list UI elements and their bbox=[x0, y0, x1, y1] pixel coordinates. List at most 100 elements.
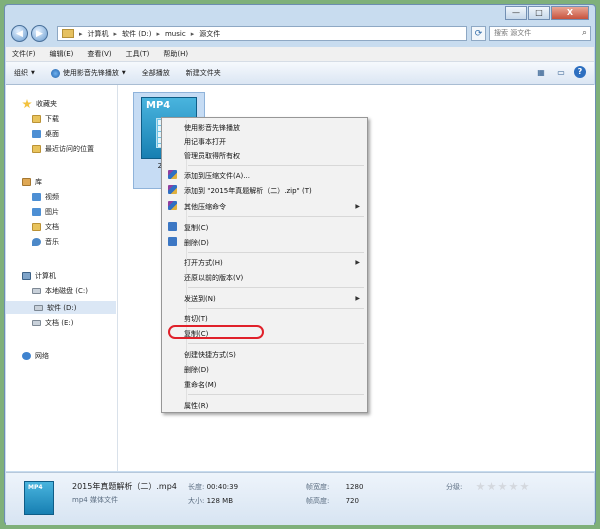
menu-rename[interactable]: 重命名(M) bbox=[184, 380, 217, 390]
search-placeholder: 搜索 源文件 bbox=[494, 29, 532, 37]
window-controls: — □ X bbox=[504, 6, 589, 20]
archive-icon bbox=[168, 185, 177, 194]
dropdown-arrow-icon: ▼ bbox=[31, 70, 35, 76]
nav-label: 计算机 bbox=[35, 272, 56, 280]
menu-separator bbox=[188, 216, 364, 217]
back-button[interactable]: ◀ bbox=[11, 25, 28, 42]
nav-label: 音乐 bbox=[45, 238, 59, 246]
submenu-arrow-icon: ▶ bbox=[355, 295, 360, 302]
breadcrumb-separator-icon: ▸ bbox=[113, 29, 118, 38]
nav-drive-c[interactable]: 本地磁盘 (C:) bbox=[32, 286, 88, 296]
submenu-arrow-icon: ▶ bbox=[355, 259, 360, 266]
menu-copy-tool[interactable]: 复制(C) bbox=[184, 223, 208, 233]
star-icon[interactable] bbox=[498, 482, 507, 491]
star-icon[interactable] bbox=[520, 482, 529, 491]
play-with-label: 使用影音先锋播放 bbox=[62, 69, 119, 77]
menu-open-with[interactable]: 打开方式(H) bbox=[184, 258, 223, 268]
menu-separator bbox=[188, 308, 364, 309]
drive-icon bbox=[32, 288, 41, 294]
star-icon[interactable] bbox=[476, 482, 485, 491]
menu-open-notepad[interactable]: 用记事本打开 bbox=[184, 137, 226, 147]
nav-downloads[interactable]: 下载 bbox=[32, 114, 59, 124]
nav-desktop[interactable]: 桌面 bbox=[32, 129, 59, 139]
organize-button[interactable]: 组织 ▼ bbox=[14, 68, 35, 78]
menu-other-compress[interactable]: 其他压缩命令 bbox=[184, 202, 226, 212]
menu-separator bbox=[188, 287, 364, 288]
play-with-button[interactable]: 使用影音先锋播放 ▼ bbox=[50, 68, 126, 78]
menu-view[interactable]: 查看(V) bbox=[87, 49, 111, 59]
nav-recent[interactable]: 最近访问的位置 bbox=[32, 144, 94, 154]
nav-videos[interactable]: 视频 bbox=[32, 192, 59, 202]
menu-restore-versions[interactable]: 还原以前的版本(V) bbox=[184, 273, 243, 283]
nav-label: 桌面 bbox=[45, 130, 59, 138]
menu-edit[interactable]: 编辑(E) bbox=[50, 49, 74, 59]
new-folder-button[interactable]: 新建文件夹 bbox=[186, 68, 221, 78]
menu-help[interactable]: 帮助(H) bbox=[163, 49, 188, 59]
preview-pane-icon[interactable]: ▭ bbox=[554, 66, 568, 79]
star-icon[interactable] bbox=[509, 482, 518, 491]
menu-add-to-zip[interactable]: 添加到 "2015年真题解析（二）.zip" (T) bbox=[184, 186, 312, 196]
nav-music[interactable]: 音乐 bbox=[32, 237, 59, 247]
picture-icon bbox=[32, 208, 41, 216]
menu-separator bbox=[188, 165, 364, 166]
menu-send-to[interactable]: 发送到(N) bbox=[184, 294, 216, 304]
shred-delete-icon bbox=[168, 237, 177, 246]
breadcrumb-computer[interactable]: 计算机 bbox=[88, 29, 109, 39]
menu-play-with-player[interactable]: 使用影音先锋播放 bbox=[184, 123, 240, 133]
search-icon: ⌕ bbox=[581, 28, 587, 38]
nav-documents[interactable]: 文档 bbox=[32, 222, 59, 232]
maximize-button[interactable]: □ bbox=[528, 6, 550, 20]
drive-icon bbox=[34, 304, 43, 311]
help-icon[interactable]: ? bbox=[574, 66, 586, 78]
nav-drive-e[interactable]: 文档 (E:) bbox=[32, 318, 73, 328]
detail-frame-width: 帧宽度: 1280 bbox=[306, 483, 364, 491]
nav-label: 库 bbox=[35, 178, 42, 186]
breadcrumb-separator-icon: ▸ bbox=[156, 29, 160, 38]
menu-add-to-archive[interactable]: 添加到压缩文件(A)... bbox=[184, 171, 250, 181]
nav-network[interactable]: 网络 bbox=[22, 351, 49, 361]
address-bar[interactable]: ▸ 计算机 ▸ 软件 (D:) ▸ music ▸ 源文件 bbox=[57, 26, 467, 41]
nav-computer[interactable]: 计算机 bbox=[22, 271, 56, 281]
menu-separator bbox=[188, 252, 364, 253]
context-menu: 使用影音先锋播放 用记事本打开 管理员取得所有权 添加到压缩文件(A)... 添… bbox=[161, 117, 368, 413]
breadcrumb-separator-icon: ▸ bbox=[79, 29, 83, 38]
nav-label: 网络 bbox=[35, 352, 49, 360]
menu-file[interactable]: 文件(F) bbox=[12, 49, 36, 59]
nav-label: 文档 bbox=[45, 223, 59, 231]
search-input[interactable]: 搜索 源文件 ⌕ bbox=[489, 26, 591, 41]
minimize-button[interactable]: — bbox=[505, 6, 527, 20]
forward-button[interactable]: ▶ bbox=[31, 25, 48, 42]
detail-duration: 长度: 00:40:39 bbox=[188, 483, 239, 491]
close-button[interactable]: X bbox=[551, 6, 589, 20]
navigation-pane: 收藏夹 下载 桌面 最近访问的位置 库 视频 图片 文档 音乐 计算机 本地磁盘… bbox=[6, 85, 118, 471]
nav-drive-d[interactable]: 软件 (D:) bbox=[6, 301, 116, 314]
star-icon[interactable] bbox=[487, 482, 496, 491]
archive-icon bbox=[168, 170, 177, 179]
nav-libraries[interactable]: 库 bbox=[22, 177, 42, 187]
menu-take-ownership[interactable]: 管理员取得所有权 bbox=[184, 151, 240, 161]
menu-create-shortcut[interactable]: 创建快捷方式(S) bbox=[184, 350, 236, 360]
file-type-label: MP4 bbox=[28, 484, 43, 491]
refresh-button[interactable]: ⟳ bbox=[471, 26, 486, 41]
rating-stars[interactable] bbox=[476, 482, 531, 491]
breadcrumb-source[interactable]: 源文件 bbox=[199, 29, 220, 39]
menu-delete-tool[interactable]: 删除(D) bbox=[184, 238, 209, 248]
menu-delete[interactable]: 删除(D) bbox=[184, 365, 209, 375]
view-options-icon[interactable]: ▦ bbox=[534, 66, 548, 79]
archive-icon bbox=[168, 201, 177, 210]
organize-label: 组织 bbox=[14, 69, 28, 77]
nav-pictures[interactable]: 图片 bbox=[32, 207, 59, 217]
breadcrumb-music[interactable]: music bbox=[165, 30, 186, 38]
play-all-button[interactable]: 全部播放 bbox=[142, 68, 170, 78]
shred-copy-icon bbox=[168, 222, 177, 231]
nav-favorites[interactable]: 收藏夹 bbox=[22, 99, 57, 109]
breadcrumb-drive-d[interactable]: 软件 (D:) bbox=[122, 29, 151, 39]
video-icon bbox=[32, 193, 41, 201]
menu-properties[interactable]: 属性(R) bbox=[184, 401, 208, 411]
menu-cut[interactable]: 剪切(T) bbox=[184, 314, 208, 324]
nav-label: 下载 bbox=[45, 115, 59, 123]
document-icon bbox=[32, 223, 41, 231]
recent-places-icon bbox=[32, 145, 41, 153]
menu-tools[interactable]: 工具(T) bbox=[126, 49, 150, 59]
detail-file-type: mp4 媒体文件 bbox=[72, 496, 118, 504]
